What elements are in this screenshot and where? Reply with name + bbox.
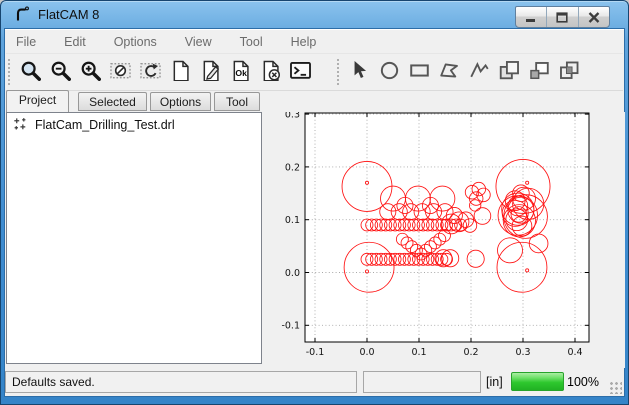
drill-object-icon (13, 117, 28, 132)
menu-tool[interactable]: Tool (230, 32, 273, 52)
svg-text:0.2: 0.2 (463, 347, 478, 358)
zoom-in-icon (80, 60, 101, 81)
titlebar[interactable]: FlatCAM 8 (0, 0, 629, 29)
toolbar: Ok (6, 53, 623, 91)
close-button[interactable] (579, 7, 609, 27)
status-secondary-box (363, 371, 481, 393)
delete-object-icon (260, 60, 281, 81)
svg-text:-0.1: -0.1 (281, 321, 300, 332)
replot-button[interactable] (136, 56, 164, 84)
window-controls (515, 6, 610, 28)
project-tree-panel[interactable]: FlatCam_Drilling_Test.drl (6, 112, 262, 364)
toolbar-drag-handle[interactable] (7, 58, 11, 86)
status-message-box: Defaults saved. (5, 371, 357, 393)
svg-text:Ok: Ok (235, 68, 247, 78)
menu-bar: File Edit Options View Tool Help (6, 31, 623, 53)
run-script-icon: Ok (230, 60, 251, 81)
clear-plot-icon (110, 60, 131, 81)
svg-text:0.4: 0.4 (567, 347, 582, 358)
zoom-out-button[interactable] (46, 56, 74, 84)
select-tool-icon (349, 60, 370, 81)
minimize-button[interactable] (516, 7, 547, 27)
shell-button[interactable] (286, 56, 314, 84)
select-tool-button[interactable] (345, 56, 373, 84)
tab-selected[interactable]: Selected (78, 92, 147, 111)
svg-text:-0.1: -0.1 (306, 347, 325, 358)
resize-grip[interactable] (608, 380, 622, 394)
polygon-union-button[interactable] (495, 56, 523, 84)
new-project-icon (170, 60, 191, 81)
drill-plot[interactable]: -0.1 0.0 0.1 0.2 0.3 0.4 -0.1 0.0 0.1 0.2 0.3 (266, 112, 625, 368)
progress-percent: 100% (567, 375, 599, 389)
tab-project[interactable]: Project (6, 90, 69, 112)
draw-polygon-button[interactable] (435, 56, 463, 84)
menu-help[interactable]: Help (281, 32, 327, 52)
edit-script-icon (200, 60, 221, 81)
units-label: [in] (486, 375, 503, 389)
polygon-subtract-icon (529, 60, 550, 81)
draw-path-icon (469, 60, 490, 81)
zoom-out-icon (50, 60, 71, 81)
polygon-intersect-button[interactable] (555, 56, 583, 84)
maximize-button[interactable] (547, 7, 578, 27)
clear-plot-button[interactable] (106, 56, 134, 84)
draw-circle-button[interactable] (375, 56, 403, 84)
polygon-subtract-button[interactable] (525, 56, 553, 84)
tab-options[interactable]: Options (150, 92, 211, 111)
svg-text:0.1: 0.1 (411, 347, 426, 358)
svg-text:0.3: 0.3 (285, 112, 300, 121)
run-script-button[interactable]: Ok (226, 56, 254, 84)
window-title: FlatCAM 8 (38, 7, 99, 22)
edit-script-button[interactable] (196, 56, 224, 84)
menu-file[interactable]: File (6, 32, 46, 52)
tree-item[interactable]: FlatCam_Drilling_Test.drl (7, 113, 261, 132)
svg-text:0.3: 0.3 (515, 347, 530, 358)
toolbar-drag-handle[interactable] (336, 58, 340, 86)
progress-fill (511, 372, 564, 391)
draw-path-button[interactable] (465, 56, 493, 84)
draw-rectangle-icon (409, 60, 430, 81)
draw-circle-icon (379, 60, 400, 81)
flatcam-window: FlatCAM 8 File Edit Options View Tool Help Ok… (0, 0, 629, 405)
menu-edit[interactable]: Edit (54, 32, 96, 52)
polygon-intersect-icon (559, 60, 580, 81)
progress-bar (511, 372, 564, 391)
zoom-fit-icon (20, 60, 41, 81)
status-message: Defaults saved. (12, 375, 95, 389)
svg-text:0.0: 0.0 (285, 268, 300, 279)
new-project-button[interactable] (166, 56, 194, 84)
zoom-fit-button[interactable] (16, 56, 44, 84)
polygon-union-icon (499, 60, 520, 81)
delete-object-button[interactable] (256, 56, 284, 84)
replot-icon (140, 60, 161, 81)
menu-options[interactable]: Options (104, 32, 167, 52)
shell-icon (290, 60, 311, 81)
plot-canvas[interactable]: -0.1 0.0 0.1 0.2 0.3 0.4 -0.1 0.0 0.1 0.2 0.3 (266, 112, 625, 368)
tab-tool[interactable]: Tool (214, 92, 260, 111)
svg-text:0.2: 0.2 (285, 162, 300, 173)
app-logo-icon (13, 5, 31, 23)
zoom-in-button[interactable] (76, 56, 104, 84)
draw-rectangle-button[interactable] (405, 56, 433, 84)
menu-view[interactable]: View (175, 32, 222, 52)
svg-text:0.0: 0.0 (359, 347, 374, 358)
draw-polygon-icon (439, 60, 460, 81)
svg-text:0.1: 0.1 (285, 215, 300, 226)
tree-item-label: FlatCam_Drilling_Test.drl (35, 118, 175, 132)
